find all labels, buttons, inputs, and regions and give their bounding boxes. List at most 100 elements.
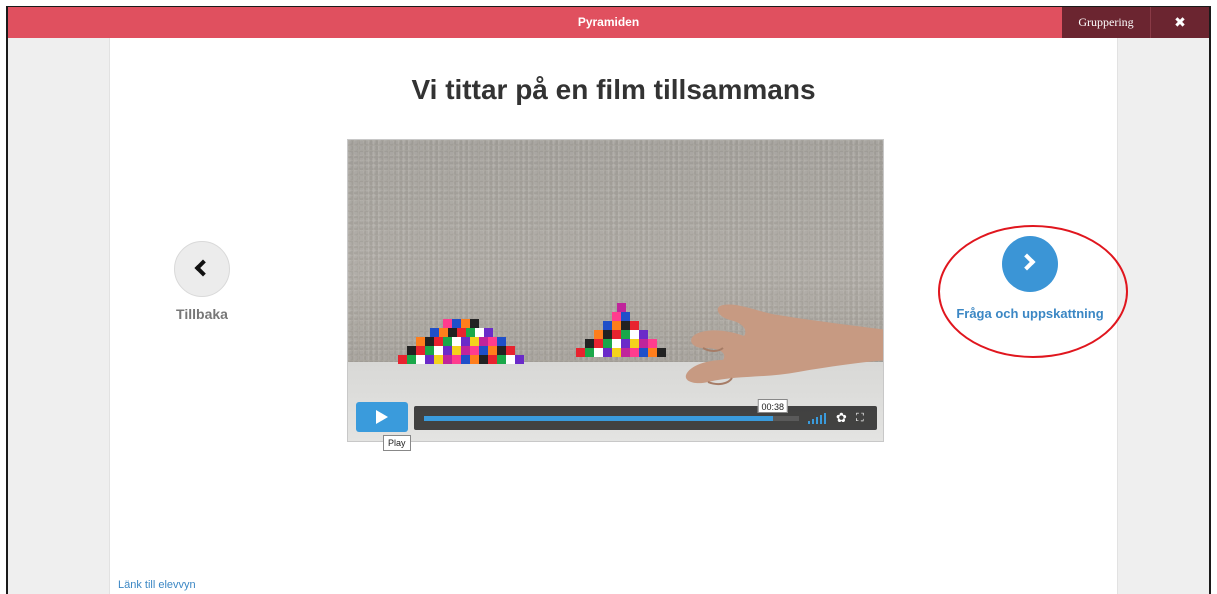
slide-heading: Vi tittar på en film tillsammans — [411, 74, 816, 105]
cube — [483, 328, 493, 337]
cube — [639, 330, 648, 339]
cube — [497, 355, 506, 364]
cube — [594, 339, 603, 348]
control-bar: 00:38 ✿ ⛶ — [414, 399, 877, 430]
cube — [443, 319, 452, 328]
cube — [425, 355, 434, 364]
cube — [470, 346, 479, 355]
cube — [447, 328, 457, 337]
cube — [470, 355, 479, 364]
cube — [443, 355, 452, 364]
cube — [576, 348, 585, 357]
cube — [612, 312, 621, 321]
cube — [603, 339, 612, 348]
grouping-button[interactable]: Gruppering — [1062, 7, 1151, 38]
cube — [461, 319, 470, 328]
cube — [425, 346, 434, 355]
cube — [434, 337, 443, 346]
back-label[interactable]: Tillbaka — [162, 306, 242, 322]
cube — [515, 355, 524, 364]
cube — [585, 339, 594, 348]
top-bar: Pyramiden Gruppering ✖ — [8, 7, 1209, 38]
back-button[interactable] — [174, 241, 230, 297]
cube — [639, 339, 648, 348]
close-icon: ✖ — [1174, 14, 1186, 30]
cube — [488, 355, 497, 364]
video-controls: 00:38 ✿ ⛶ — [356, 399, 877, 434]
cube — [594, 348, 603, 357]
cube — [488, 346, 497, 355]
cube — [443, 337, 452, 346]
cube — [497, 346, 506, 355]
time-tooltip: 00:38 — [757, 399, 789, 413]
volume-icon[interactable] — [808, 413, 826, 424]
cube — [621, 339, 630, 348]
cube — [612, 330, 621, 339]
cube — [612, 348, 621, 357]
cube — [603, 321, 612, 330]
video-player[interactable]: 00:38 ✿ ⛶ — [347, 139, 884, 442]
cube — [479, 355, 488, 364]
progress-fill — [424, 416, 773, 421]
cube — [616, 303, 626, 312]
cube — [407, 346, 416, 355]
cube — [603, 330, 612, 339]
cube — [465, 328, 475, 337]
cube — [621, 330, 630, 339]
chevron-left-icon — [194, 259, 212, 277]
main-content: Vi tittar på en film tillsammans 00:38 ✿… — [109, 38, 1128, 594]
cube — [506, 346, 515, 355]
cube — [630, 348, 639, 357]
cube — [407, 355, 416, 364]
play-button[interactable] — [356, 402, 408, 432]
cube — [461, 355, 470, 364]
cube — [621, 348, 630, 357]
cube — [594, 330, 603, 339]
cube — [630, 330, 639, 339]
cube — [479, 337, 488, 346]
cube — [416, 355, 425, 364]
highlight-annotation — [938, 225, 1128, 358]
student-view-link[interactable]: Länk till elevvyn — [118, 579, 196, 591]
cube — [639, 348, 648, 357]
cube — [479, 346, 488, 355]
page-title: Pyramiden — [577, 15, 640, 29]
cube — [506, 355, 515, 364]
cube — [434, 346, 443, 355]
cube — [416, 346, 425, 355]
cube — [443, 346, 452, 355]
cube — [425, 337, 434, 346]
cube — [434, 355, 443, 364]
cube — [429, 328, 439, 337]
play-icon — [376, 410, 388, 424]
cube — [621, 312, 630, 321]
cube — [474, 328, 484, 337]
cube — [452, 355, 461, 364]
cube — [438, 328, 448, 337]
cube — [630, 321, 639, 330]
cube — [621, 321, 630, 330]
cube — [452, 346, 461, 355]
cube — [612, 321, 621, 330]
fullscreen-icon[interactable]: ⛶ — [856, 411, 864, 425]
cube — [461, 337, 470, 346]
cube — [456, 328, 466, 337]
cube — [452, 319, 461, 328]
gear-icon[interactable]: ✿ — [836, 411, 847, 425]
cube — [452, 337, 461, 346]
cube — [630, 339, 639, 348]
progress-bar[interactable]: 00:38 — [424, 399, 799, 421]
cube — [398, 355, 407, 364]
cube — [488, 337, 497, 346]
cube — [416, 337, 425, 346]
app-frame: Pyramiden Gruppering ✖ Vi tittar på en f… — [6, 6, 1211, 594]
play-tooltip: Play — [383, 435, 411, 451]
close-button[interactable]: ✖ — [1151, 7, 1209, 38]
cube — [603, 348, 612, 357]
cube — [470, 337, 479, 346]
cube — [585, 348, 594, 357]
cube — [612, 339, 621, 348]
hand-image — [685, 304, 883, 386]
cube — [497, 337, 506, 346]
cube — [470, 319, 479, 328]
